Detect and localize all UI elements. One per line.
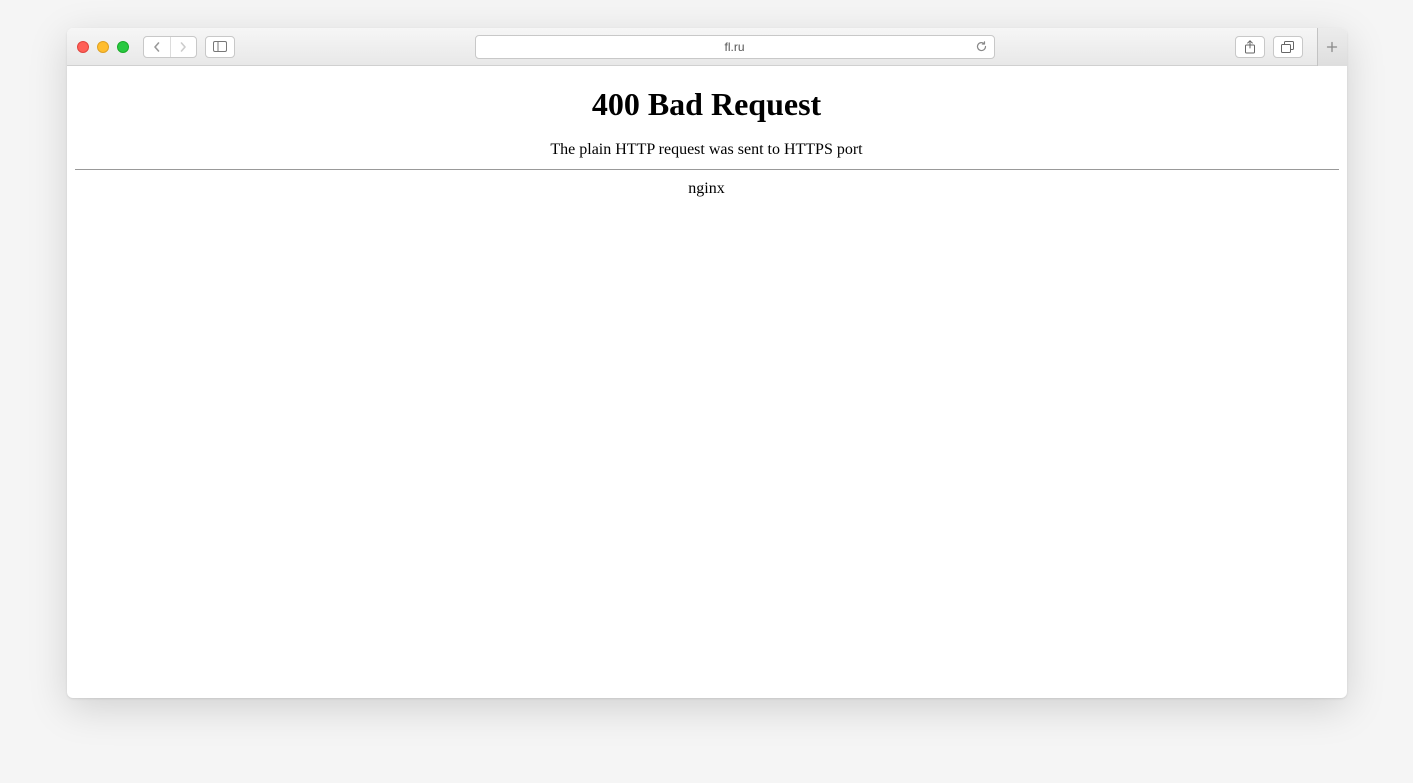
sidebar-toggle-button[interactable]	[205, 36, 235, 58]
reload-button[interactable]	[975, 40, 988, 53]
server-signature: nginx	[75, 180, 1339, 198]
chevron-right-icon	[178, 42, 188, 52]
fullscreen-window-button[interactable]	[117, 41, 129, 53]
browser-window: fl.ru	[67, 28, 1347, 698]
browser-toolbar: fl.ru	[67, 28, 1347, 66]
window-controls	[77, 41, 129, 53]
address-bar-url: fl.ru	[724, 40, 744, 54]
sidebar-icon	[213, 41, 227, 52]
share-button[interactable]	[1235, 36, 1265, 58]
close-window-button[interactable]	[77, 41, 89, 53]
plus-icon	[1326, 41, 1338, 53]
toolbar-right-buttons	[1235, 36, 1303, 58]
tabs-overview-button[interactable]	[1273, 36, 1303, 58]
divider	[75, 169, 1339, 170]
address-bar[interactable]: fl.ru	[475, 35, 995, 59]
tabs-icon	[1281, 41, 1295, 53]
navigation-buttons	[143, 36, 197, 58]
chevron-left-icon	[152, 42, 162, 52]
share-icon	[1244, 40, 1256, 54]
page-content: 400 Bad Request The plain HTTP request w…	[67, 66, 1347, 698]
forward-button[interactable]	[170, 37, 196, 57]
reload-icon	[975, 40, 988, 53]
error-message: The plain HTTP request was sent to HTTPS…	[75, 141, 1339, 159]
new-tab-button[interactable]	[1317, 28, 1347, 66]
error-heading: 400 Bad Request	[75, 86, 1339, 123]
minimize-window-button[interactable]	[97, 41, 109, 53]
back-button[interactable]	[144, 37, 170, 57]
